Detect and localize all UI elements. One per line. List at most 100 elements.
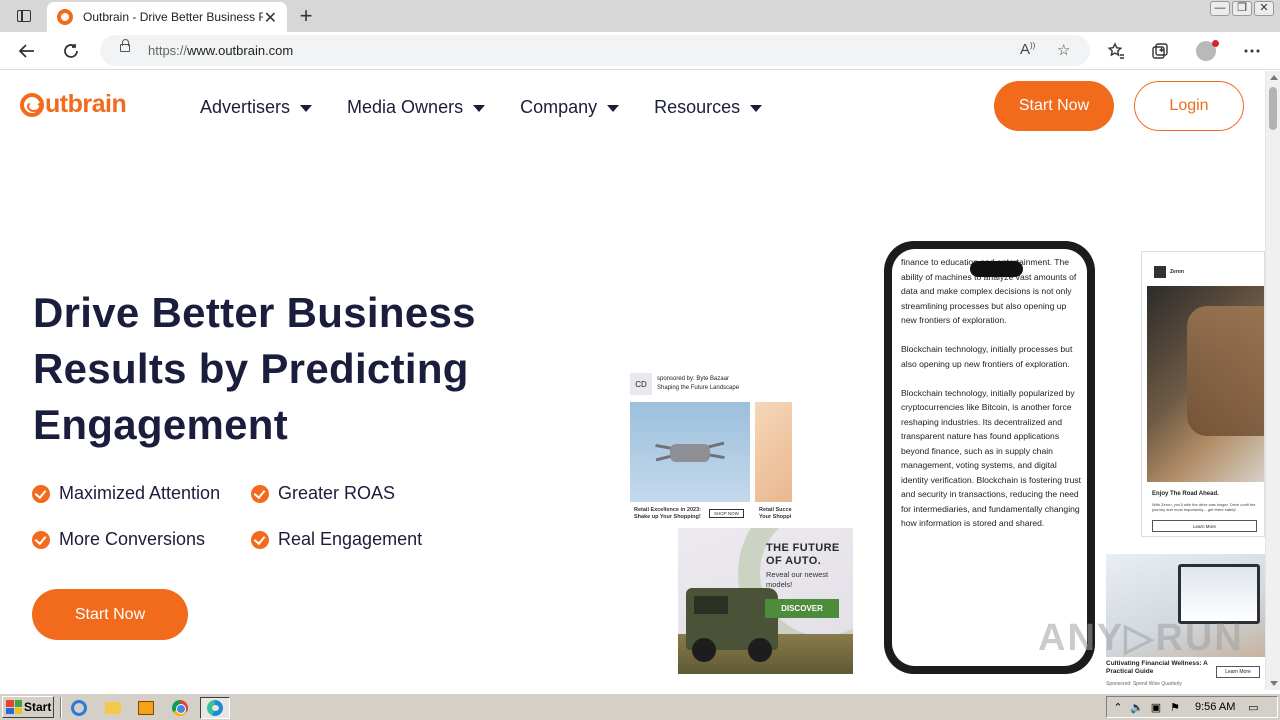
system-tray: ⌃ 🔈 ▣ ⚑ 9:56 AM ▭ [1106,696,1278,718]
edge-taskbar-button[interactable] [200,697,230,719]
browser-tab-active[interactable]: Outbrain - Drive Better Business R ✕ [47,2,287,32]
windows-logo-icon [6,700,22,714]
explorer-taskbar-button[interactable] [101,697,125,719]
profile-icon[interactable] [1196,40,1219,61]
url-text[interactable]: https://www.outbrain.com [148,43,293,58]
brand-logo-icon [1154,266,1166,278]
drone-body [670,444,710,462]
nav-company[interactable]: Company [520,97,620,118]
tab-actions-button[interactable] [8,6,40,26]
nav-advertisers[interactable]: Advertisers [200,97,313,118]
ad-caption: Retail Excellence in 2023: Shake up Your… [634,507,701,520]
brand-row: Zeron [1154,266,1184,278]
read-aloud-icon[interactable]: A)) [1020,41,1035,58]
folder-icon [105,702,121,714]
ad-subtext: Reveal our newest models! [766,570,829,589]
ad-headline: Enjoy The Road Ahead. [1152,491,1219,497]
ad-body: With Zeron, you'll with the drive was lo… [1152,502,1256,512]
sponsored-by: sponsored by: Byte Bazaar [657,376,730,382]
start-button[interactable]: Start [2,696,54,718]
address-bar[interactable]: https://www.outbrain.com A)) ☆ [100,35,1090,66]
edge-icon [207,700,223,716]
nav-media-owners[interactable]: Media Owners [347,97,486,118]
main-nav: Advertisers Media Owners Company Resourc… [200,97,797,118]
nav-label: Advertisers [200,97,291,117]
volume-icon[interactable]: 🔈 [1129,701,1145,714]
outbrain-favicon-icon [57,9,73,25]
favorites-icon[interactable] [1103,38,1129,64]
monitor-icon[interactable]: ▭ [1245,701,1261,714]
ad-sponsor: Sponsored: Spend Wise Quarterly [1106,681,1182,687]
minimize-button[interactable]: — [1210,1,1230,16]
close-window-button[interactable]: ✕ [1254,1,1274,16]
chrome-icon [172,700,188,716]
sponsor-logo: CD [630,373,652,395]
learn-more-button: Learn More [1216,666,1260,678]
back-icon[interactable] [14,38,40,64]
new-tab-button[interactable]: + [294,3,318,29]
learn-more-button: Learn More [1152,520,1257,532]
add-favorite-icon[interactable]: ☆ [1057,41,1070,59]
header-start-now-button[interactable]: Start Now [994,81,1114,131]
check-circle-icon [32,484,50,503]
scroll-down-icon[interactable] [1270,681,1278,686]
tab-close-icon[interactable]: ✕ [264,8,277,28]
browser-toolbar: https://www.outbrain.com A)) ☆ [0,32,1280,70]
flag-icon[interactable]: ⚑ [1167,701,1183,714]
clock[interactable]: 9:56 AM [1195,701,1235,713]
truck-wheel [692,638,716,662]
windows-taskbar: Start ⌃ 🔈 ▣ ⚑ 9:56 AM ▭ [0,693,1280,720]
check-circle-icon [32,530,50,549]
login-button[interactable]: Login [1134,81,1244,131]
chevron-down-icon [750,105,763,112]
scroll-up-icon[interactable] [1270,75,1278,80]
more-icon[interactable] [1239,38,1265,64]
restore-button[interactable]: ❐ [1232,1,1252,16]
media-player-taskbar-button[interactable] [134,697,158,719]
sponsor-row: CD sponsored by: Byte Bazaar Shaping the … [630,373,739,395]
taskbar-separator [60,697,62,718]
feature-label: Real Engagement [278,529,423,549]
nav-resources[interactable]: Resources [654,97,763,118]
ad-headline: Cultivating Financial Wellness: A Practi… [1106,660,1208,675]
ad-card-drone: CD sponsored by: Byte Bazaar Shaping the … [630,371,792,523]
phone-article-text: finance to education and entertainment. … [901,257,1082,528]
hero-headline: Drive Better Business Results by Predict… [33,289,476,448]
ie-taskbar-button[interactable] [67,697,91,719]
sponsor-text: sponsored by: Byte Bazaar Shaping the Fut… [657,375,739,393]
refresh-icon[interactable] [58,38,84,64]
browser-tab-bar: Outbrain - Drive Better Business R ✕ + —… [0,0,1280,32]
chevron-down-icon [607,105,620,112]
ad-card-car: Zeron Enjoy The Road Ahead. With Zeron, … [1141,251,1265,537]
nav-label: Company [520,97,598,117]
ad-caption: Retail Succe Your Shoppi [759,507,792,520]
chevron-down-icon [473,105,486,112]
network-icon[interactable]: ▣ [1148,701,1164,714]
collections-icon[interactable] [1147,38,1173,64]
feature-item: Real Engagement [251,529,422,550]
shop-now-button: SHOP NOW [709,509,744,518]
car-interior-image [1147,286,1264,482]
ad-headline: THE FUTURE OF AUTO. [766,542,840,567]
lock-icon[interactable] [120,39,130,52]
phone-notch [970,261,1023,277]
outbrain-logo[interactable]: utbrain [20,90,127,119]
tab-title: Outbrain - Drive Better Business R [83,10,263,24]
vertical-scrollbar[interactable] [1265,71,1280,690]
brand-name: Zeron [1170,269,1184,275]
media-player-icon [138,701,154,715]
up-arrow-icon[interactable]: ⌃ [1110,701,1126,714]
ad-card-auto: THE FUTURE OF AUTO. Reveal our newest mo… [678,528,853,674]
feature-item: Greater ROAS [251,483,395,504]
tab-actions-icon [17,10,31,22]
outbrain-logo-icon [20,92,44,117]
chrome-taskbar-button[interactable] [168,697,192,719]
anyrun-watermark: ANY▷RUN [1038,617,1244,659]
nav-label: Media Owners [347,97,464,117]
phone-screen: finance to education and entertainment. … [892,249,1087,666]
truck-wheel [748,638,772,662]
hero-start-now-button[interactable]: Start Now [32,589,188,640]
sponsor-tagline: Shaping the Future Landscape [657,385,740,391]
window-controls: — ❐ ✕ [1210,1,1274,16]
scroll-thumb[interactable] [1269,87,1277,130]
